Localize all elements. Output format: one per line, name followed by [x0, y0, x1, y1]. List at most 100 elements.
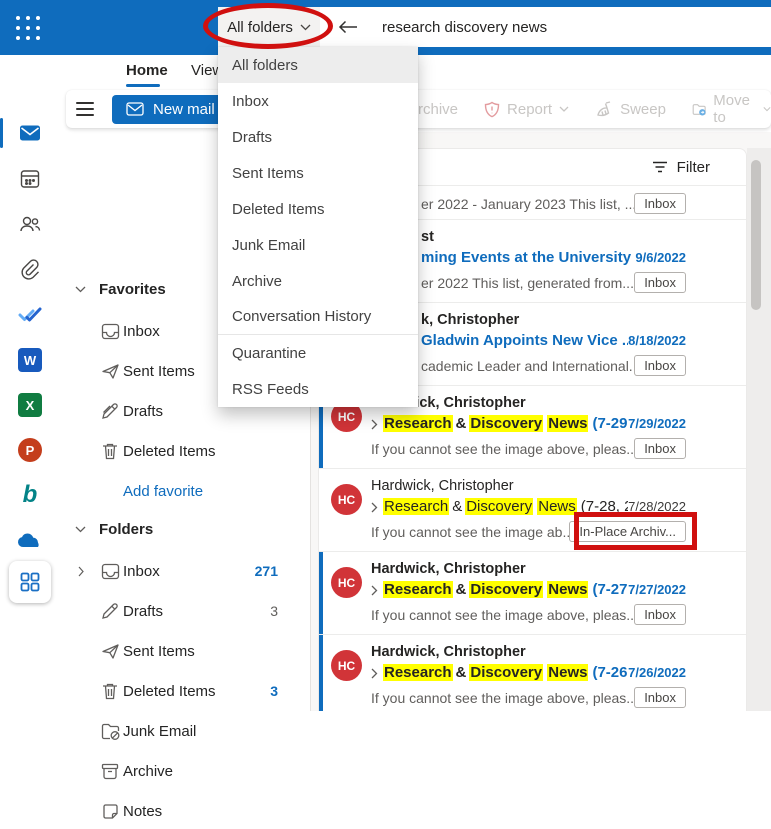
- in-place-archive-badge: In-Place Archiv...: [569, 521, 686, 542]
- trash-icon: [102, 682, 118, 700]
- rail-item-excel[interactable]: X: [0, 387, 60, 423]
- unread-indicator: [319, 552, 323, 634]
- rail-item-calendar[interactable]: [0, 161, 60, 197]
- rail-item-mail[interactable]: [0, 115, 60, 151]
- apps-grid-icon: [19, 571, 41, 593]
- folder-notes[interactable]: Notes: [60, 793, 310, 829]
- chevron-right-icon: [78, 566, 84, 577]
- email-subject: Gladwin Appoints New Vice ...: [421, 332, 628, 349]
- email-preview: If you cannot see the image ab...: [371, 524, 569, 540]
- folder-inbox[interactable]: Inbox 271: [60, 553, 310, 589]
- email-sender: Hardwick, Christopher: [371, 642, 686, 662]
- menu-item-all-folders[interactable]: All folders: [218, 47, 418, 83]
- folder-sent-items[interactable]: Sent Items: [60, 633, 310, 669]
- expand-conversation-icon[interactable]: [371, 585, 378, 596]
- bing-icon: b: [23, 483, 38, 507]
- email-subject: ming Events at the University ...: [421, 249, 635, 266]
- tab-home[interactable]: Home: [126, 62, 168, 79]
- email-subject: Research&Discovery News(7-27-...: [383, 579, 628, 601]
- scrollbar-track[interactable]: [747, 148, 771, 711]
- inbox-icon: [101, 563, 120, 580]
- people-icon: [18, 213, 42, 235]
- menu-item-drafts[interactable]: Drafts: [218, 119, 418, 155]
- rail-item-bing[interactable]: b: [0, 477, 60, 513]
- email-preview: cademic Leader and International...: [421, 358, 634, 374]
- menu-item-deleted-items[interactable]: Deleted Items: [218, 191, 418, 227]
- new-mail-envelope-icon: [126, 102, 144, 116]
- menu-item-sent-items[interactable]: Sent Items: [218, 155, 418, 191]
- report-label: Report: [507, 101, 552, 118]
- rail-item-word[interactable]: W: [0, 342, 60, 378]
- rail-item-people[interactable]: [0, 206, 60, 242]
- active-tab-indicator: [126, 84, 160, 87]
- report-button[interactable]: Report: [484, 101, 569, 118]
- expand-conversation-icon[interactable]: [371, 502, 378, 513]
- email-date: 7/28/2022: [628, 496, 686, 518]
- email-date: 8/18/2022: [628, 330, 686, 352]
- filter-icon: [652, 161, 668, 173]
- app-launcher-button[interactable]: [13, 13, 43, 43]
- folders-header[interactable]: Folders: [60, 511, 310, 547]
- rail-item-todo[interactable]: [0, 296, 60, 332]
- rail-item-attachments[interactable]: [0, 251, 60, 287]
- rail-item-powerpoint[interactable]: P: [0, 432, 60, 468]
- item-count: 3: [270, 603, 278, 619]
- menu-item-rss-feeds[interactable]: RSS Feeds: [218, 371, 418, 407]
- email-sender: Hardwick, Christopher: [371, 476, 686, 496]
- search-input[interactable]: research discovery news: [382, 19, 547, 36]
- menu-item-inbox[interactable]: Inbox: [218, 83, 418, 119]
- word-icon: W: [18, 348, 42, 372]
- email-date: 7/26/2022: [628, 662, 686, 684]
- back-arrow-icon[interactable]: [336, 20, 360, 34]
- sweep-broom-icon: [595, 101, 613, 117]
- chevron-down-icon: [559, 106, 569, 112]
- hamburger-menu-icon[interactable]: [66, 102, 104, 116]
- menu-item-junk-email[interactable]: Junk Email: [218, 227, 418, 263]
- email-row[interactable]: HC Hardwick, Christopher Research&Discov…: [319, 634, 746, 711]
- email-date: 7/29/2022: [628, 413, 686, 435]
- folder-archive[interactable]: Archive: [60, 753, 310, 789]
- email-preview: If you cannot see the image above, pleas…: [371, 690, 634, 706]
- sweep-button[interactable]: Sweep: [595, 101, 666, 118]
- draft-pencil-icon: [101, 402, 119, 420]
- excel-icon: X: [18, 393, 42, 417]
- search-bar: All folders research discovery news: [218, 7, 771, 47]
- folder-drafts[interactable]: Drafts 3: [60, 593, 310, 629]
- expand-conversation-icon[interactable]: [371, 668, 378, 679]
- email-row[interactable]: HC Hardwick, Christopher Research&Discov…: [319, 551, 746, 634]
- folder-badge: Inbox: [634, 355, 686, 376]
- junk-folder-icon: [101, 723, 120, 740]
- menu-item-conversation-history[interactable]: Conversation History: [218, 299, 418, 335]
- rail-item-apps[interactable]: [9, 561, 51, 603]
- folder-junk-email[interactable]: Junk Email: [60, 713, 310, 749]
- new-mail-label: New mail: [153, 101, 215, 118]
- rail-item-onedrive[interactable]: [0, 522, 60, 558]
- send-icon: [101, 643, 120, 660]
- search-scope-dropdown[interactable]: All folders: [218, 7, 320, 47]
- move-to-button[interactable]: Move to: [692, 92, 771, 126]
- menu-item-quarantine[interactable]: Quarantine: [218, 335, 418, 371]
- add-favorite-button[interactable]: Add favorite: [60, 473, 310, 509]
- move-to-folder-icon: [692, 102, 706, 117]
- email-sender: Hardwick, Christopher: [371, 559, 686, 579]
- move-to-label: Move to: [713, 92, 756, 126]
- menu-item-archive[interactable]: Archive: [218, 263, 418, 299]
- trash-icon: [102, 442, 118, 460]
- folder-badge: Inbox: [634, 687, 686, 708]
- folder-badge: Inbox: [634, 604, 686, 625]
- unread-indicator: [319, 635, 323, 711]
- search-scope-label: All folders: [227, 19, 293, 36]
- paperclip-icon: [19, 258, 41, 280]
- chevron-down-icon: [75, 286, 86, 293]
- scrollbar-thumb[interactable]: [751, 160, 761, 310]
- expand-conversation-icon[interactable]: [371, 419, 378, 430]
- email-row[interactable]: HC Hardwick, Christopher Research&Discov…: [319, 468, 746, 551]
- folder-deleted-items[interactable]: Deleted Items 3: [60, 673, 310, 709]
- todo-icon: [18, 304, 42, 324]
- onedrive-icon: [17, 532, 43, 549]
- chevron-down-icon: [763, 106, 771, 112]
- email-sender: st: [421, 227, 686, 247]
- email-subject: Research&Discovery News(7-28, 2...: [383, 496, 628, 518]
- sweep-label: Sweep: [620, 101, 666, 118]
- favorite-deleted-items[interactable]: Deleted Items: [60, 433, 310, 469]
